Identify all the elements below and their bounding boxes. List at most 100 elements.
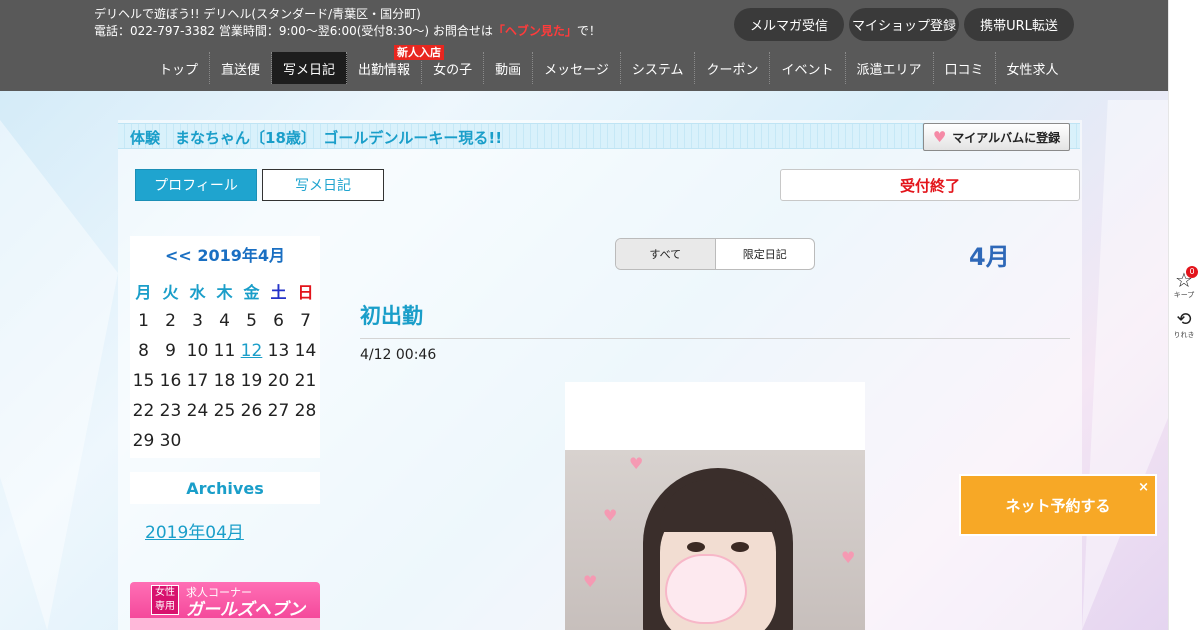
calendar-day: 10 — [186, 341, 209, 361]
calendar-day: 25 — [213, 401, 236, 421]
shop-tagline: デリヘルで遊ぼう!! デリヘル(スタンダード/青葉区・国分町) — [94, 7, 421, 21]
heart-icon: ♥ — [629, 454, 644, 473]
my-album-register-button[interactable]: ♥ マイアルバムに登録 — [923, 123, 1070, 151]
calendar-day: 4 — [219, 311, 230, 331]
calendar-day: 5 — [246, 311, 257, 331]
photo-eye — [687, 542, 705, 552]
archives-heading: Archives — [130, 472, 320, 504]
archive-link-2019-04[interactable]: 2019年04月 — [145, 518, 244, 543]
calendar-prev-month-link[interactable]: << 2019年4月 — [130, 242, 320, 266]
calendar-grid: 月 火 水 木 金 土 日 1 2 3 4 5 6 7 8 9 10 11 12 13 14 15 16 17 1… — [130, 276, 319, 456]
calendar-day: 27 — [267, 401, 290, 421]
calendar-day: 19 — [240, 371, 263, 391]
banner-women-only-tag: 女性専用 — [151, 585, 179, 615]
tab-photo-diary[interactable]: 写メ日記 — [262, 169, 384, 201]
keep-count-badge: 0 — [1186, 266, 1198, 278]
weekday-fri: 金 — [243, 283, 260, 302]
weekday-sun: 日 — [297, 283, 314, 302]
calendar-day: 13 — [267, 341, 290, 361]
history-widget[interactable]: ⟲ りれき — [1172, 310, 1196, 344]
entry-divider — [360, 338, 1070, 339]
calendar-day: 9 — [165, 341, 176, 361]
history-clock-icon: ⟲ — [1176, 309, 1192, 330]
nav-item-message[interactable]: メッセージ — [533, 52, 621, 84]
girls-heaven-banner[interactable]: 女性専用 求人コーナー ガールズヘブン — [130, 582, 320, 630]
calendar-day: 15 — [132, 371, 155, 391]
background-shard — [1082, 100, 1168, 630]
contact-text: 電話：022-797-3382 営業時間：9:00～翌6:00(受付8:30～)… — [94, 24, 493, 38]
nav-item-system[interactable]: システム — [621, 52, 696, 84]
calendar-day: 20 — [267, 371, 290, 391]
calendar: << 2019年4月 月 火 水 木 金 土 日 1 2 3 4 5 6 7 8 9 10 11 12… — [130, 236, 320, 458]
nav-item-direct[interactable]: 直送便 — [210, 52, 273, 84]
history-label: りれき — [1173, 331, 1195, 339]
main-nav: トップ 直送便 写メ日記 出勤情報 女の子 動画 メッセージ システム クーポン… — [148, 52, 1070, 84]
shop-contact: 電話：022-797-3382 営業時間：9:00～翌6:00(受付8:30～)… — [94, 23, 601, 40]
nav-item-reviews[interactable]: 口コミ — [934, 52, 996, 84]
calendar-day: 30 — [159, 431, 182, 451]
heart-stamp-icon — [665, 554, 747, 624]
keep-widget[interactable]: ☆ 0 キープ — [1172, 266, 1198, 304]
reception-status: 受付終了 — [780, 169, 1080, 201]
shop-info: デリヘルで遊ぼう!! デリヘル(スタンダード/青葉区・国分町) 電話：022-7… — [94, 6, 601, 40]
calendar-day-link[interactable]: 12 — [238, 336, 265, 366]
diary-filter: すべて 限定日記 — [615, 238, 815, 270]
calendar-day: 8 — [138, 341, 149, 361]
filter-limited-button[interactable]: 限定日記 — [716, 239, 815, 269]
contact-highlight: 「ヘブン見た」 — [492, 24, 577, 38]
calendar-day: 22 — [132, 401, 155, 421]
weekday-sat: 土 — [270, 283, 287, 302]
weekday-wed: 水 — [189, 283, 206, 302]
nav-item-area[interactable]: 派遣エリア — [846, 52, 934, 84]
nav-item-photo-diary[interactable]: 写メ日記 — [272, 52, 348, 84]
calendar-day: 21 — [294, 371, 317, 391]
banner-title: ガールズヘブン — [186, 600, 305, 620]
calendar-day: 3 — [192, 311, 203, 331]
weekday-mon: 月 — [135, 283, 152, 302]
keep-label: キープ — [1173, 291, 1195, 299]
banner-bottom-strip — [130, 618, 320, 630]
net-reservation-button[interactable]: ネット予約する × — [959, 474, 1157, 536]
new-girl-badge: 新人入店 — [394, 45, 444, 60]
close-icon[interactable]: × — [1138, 480, 1149, 495]
filter-all-button[interactable]: すべて — [616, 239, 716, 269]
calendar-day: 23 — [159, 401, 182, 421]
heart-icon: ♥ — [932, 128, 947, 146]
tab-profile[interactable]: プロフィール — [135, 169, 257, 201]
calendar-day: 14 — [294, 341, 317, 361]
heart-icon: ♥ — [603, 506, 618, 525]
weekday-tue: 火 — [162, 283, 179, 302]
nav-item-coupon[interactable]: クーポン — [695, 52, 771, 84]
calendar-day: 6 — [273, 311, 284, 331]
diary-entry-date: 4/12 00:46 — [360, 347, 437, 363]
nav-item-event[interactable]: イベント — [770, 52, 846, 84]
calendar-day: 28 — [294, 401, 317, 421]
diary-photo[interactable]: ♥ ♥ ♥ ♥ — [565, 450, 865, 630]
contact-suffix: で！ — [576, 24, 601, 38]
heart-icon: ♥ — [841, 548, 856, 567]
calendar-day: 7 — [300, 311, 311, 331]
calendar-day: 17 — [186, 371, 209, 391]
calendar-day: 2 — [165, 311, 176, 331]
reservation-label: ネット予約する — [1005, 496, 1111, 515]
weekday-thu: 木 — [216, 283, 233, 302]
my-shop-register-button[interactable]: マイショップ登録 — [849, 8, 959, 41]
mail-magazine-button[interactable]: メルマガ受信 — [734, 8, 844, 41]
site-header: デリヘルで遊ぼう!! デリヘル(スタンダード/青葉区・国分町) 電話：022-7… — [0, 0, 1168, 91]
nav-item-top[interactable]: トップ — [148, 52, 211, 84]
profile-title: 体験 まなちゃん〔18歳〕 ゴールデンルーキー現る!! — [130, 129, 503, 147]
diary-entry-title[interactable]: 初出勤 — [360, 300, 423, 330]
album-button-label: マイアルバムに登録 — [952, 130, 1061, 145]
nav-item-recruit[interactable]: 女性求人 — [996, 52, 1070, 84]
calendar-day: 24 — [186, 401, 209, 421]
calendar-day: 1 — [138, 311, 149, 331]
photo-eye — [731, 542, 749, 552]
nav-item-video[interactable]: 動画 — [484, 52, 534, 84]
calendar-day: 16 — [159, 371, 182, 391]
heart-icon: ♥ — [583, 572, 598, 591]
background-shard — [0, 120, 118, 630]
calendar-day: 11 — [213, 341, 236, 361]
mobile-url-transfer-button[interactable]: 携帯URL転送 — [964, 8, 1074, 41]
calendar-day: 26 — [240, 401, 263, 421]
calendar-day: 18 — [213, 371, 236, 391]
